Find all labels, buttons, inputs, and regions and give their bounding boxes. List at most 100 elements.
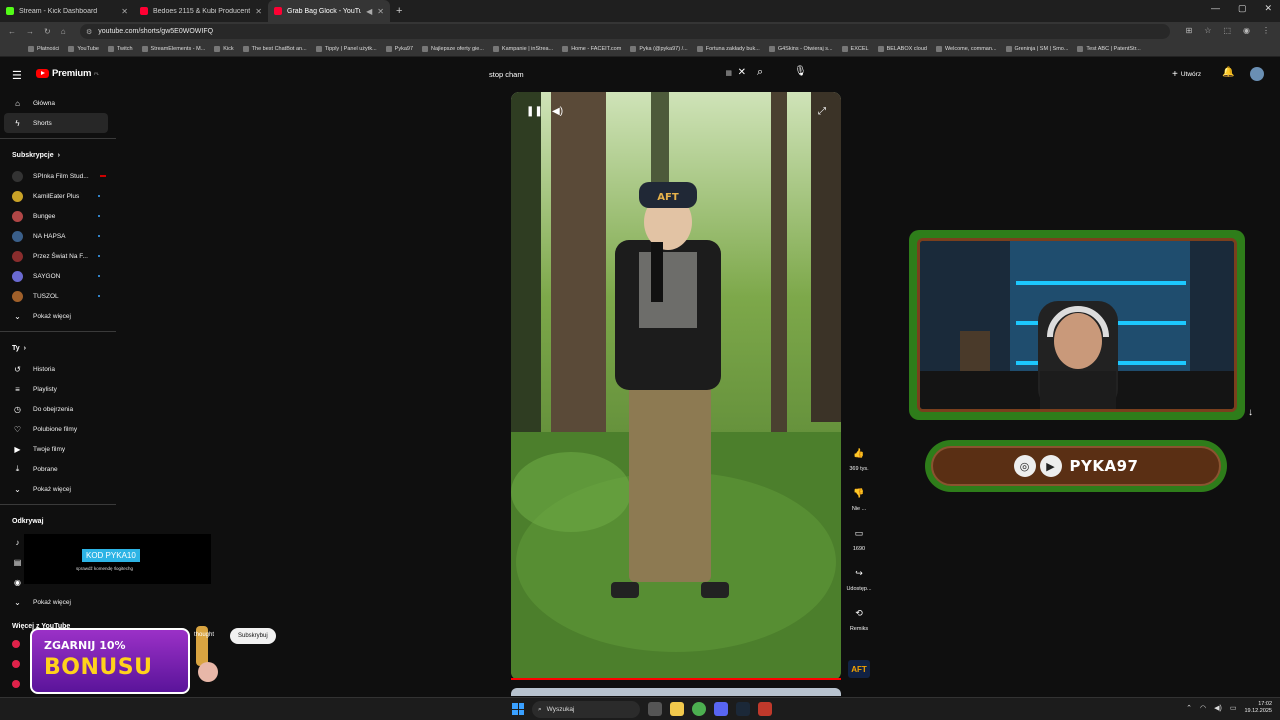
site-info-icon[interactable]: ⚙ — [86, 28, 92, 36]
bookmark-item[interactable]: Płatności — [28, 45, 59, 52]
url-field[interactable]: ⚙ youtube.com/shorts/gw5E0WOWIFQ — [80, 24, 1170, 39]
sidebar-subscription-item[interactable]: NA HAPSA — [0, 226, 116, 246]
shorts-video-player[interactable]: AFT — [511, 92, 841, 680]
bookmark-item[interactable]: Greninja | SM | Smo... — [1005, 45, 1068, 52]
channel-avatar[interactable]: AFT — [848, 660, 870, 678]
steam-icon[interactable] — [736, 702, 750, 716]
notifications-bell-icon[interactable]: 🔔 — [1222, 67, 1234, 78]
sidebar-you-item[interactable]: ≡ Playlisty — [0, 379, 116, 399]
browser-tab[interactable]: Bedoes 2115 & Kubi Producent ✕ — [134, 0, 268, 22]
sidebar-subscription-item[interactable]: Przez Świat Na F... — [0, 246, 116, 266]
sidebar-subscription-item[interactable]: SAYGON — [0, 266, 116, 286]
sidebar-you-item[interactable]: ◷ Do obejrzenia — [0, 399, 116, 419]
close-tab-icon[interactable]: ✕ — [255, 7, 262, 16]
sidebar-you-item[interactable]: ↺ Historia — [0, 359, 116, 379]
bookmark-item[interactable]: Home - FACEIT.com — [562, 45, 621, 52]
volume-icon[interactable]: ◀) — [552, 106, 563, 117]
you-heading[interactable]: Ty › — [0, 337, 116, 359]
search-button[interactable]: ⌕ — [757, 66, 763, 79]
keyboard-icon[interactable]: ▦ — [725, 69, 732, 77]
task-view-icon[interactable] — [648, 702, 662, 716]
close-tab-icon[interactable]: ✕ — [377, 7, 384, 16]
speaker-icon[interactable]: ◀ — [366, 7, 372, 16]
sidebar-you-item[interactable]: ▶ Twoje filmy — [0, 439, 116, 459]
file-explorer-icon[interactable] — [670, 702, 684, 716]
show-more-discover[interactable]: ⌄ Pokaż więcej — [0, 592, 116, 612]
taskbar-search[interactable]: ⌕ Wyszukaj — [532, 701, 640, 718]
profile-icon[interactable]: ◉ — [1243, 26, 1250, 35]
windows-start-icon[interactable] — [512, 703, 524, 715]
youtube-premium-icon[interactable] — [12, 640, 20, 648]
bookmark-star-icon[interactable]: ☆ — [1204, 26, 1211, 35]
browser-tab-active[interactable]: Grab Bag Glock - YouTube ◀ ✕ — [268, 0, 390, 22]
battery-icon[interactable]: ▭ — [1230, 704, 1237, 712]
bookmark-item[interactable]: The best ChatBot an... — [242, 45, 307, 52]
youtube-logo[interactable]: Premium PL — [36, 68, 99, 79]
clock[interactable]: 17:02 19.12.2025 — [1244, 701, 1272, 715]
maximize-icon[interactable]: ▢ — [1238, 3, 1247, 14]
youtube-kids-icon[interactable] — [12, 680, 20, 688]
close-tab-icon[interactable]: ✕ — [121, 7, 128, 16]
clear-search-icon[interactable]: ✕ — [738, 67, 746, 78]
bookmark-item[interactable]: Test ABC | PatentStr... — [1077, 45, 1141, 52]
share-button[interactable]: ↪ Udostęp... — [843, 562, 875, 593]
subscribe-button[interactable]: Subskrybuj — [230, 628, 276, 644]
volume-tray-icon[interactable]: ◀) — [1214, 704, 1222, 712]
bookmark-item[interactable]: BELABOX cloud — [877, 45, 927, 52]
sidebar-subscription-item[interactable]: KamilEater Plus — [0, 186, 116, 206]
reload-icon[interactable]: ↻ — [44, 27, 51, 36]
sidebar-subscription-item[interactable]: Bungee — [0, 206, 116, 226]
bookmark-item[interactable]: Pyka97 — [385, 45, 413, 52]
next-short-preview[interactable] — [511, 688, 841, 696]
extensions-icon[interactable]: ⬚ — [1223, 26, 1231, 35]
bookmark-item[interactable]: Kick — [214, 45, 234, 52]
menu-icon[interactable]: ☰ — [12, 69, 22, 82]
menu-dots-icon[interactable]: ⋮ — [1262, 26, 1270, 35]
create-button[interactable]: + Utwórz — [1166, 67, 1207, 81]
close-window-icon[interactable]: ✕ — [1264, 3, 1272, 14]
video-progress-bar[interactable] — [511, 678, 841, 680]
obs-icon[interactable] — [758, 702, 772, 716]
remix-button[interactable]: ⟲ Remiks — [843, 602, 875, 633]
sidebar-subscription-item[interactable]: TUSZOL — [0, 286, 116, 306]
show-more-you[interactable]: ⌄ Pokaż więcej — [0, 479, 116, 499]
sidebar-item-shorts[interactable]: ϟ Shorts — [4, 113, 108, 133]
arrow-down-icon[interactable]: ↓ — [1248, 407, 1253, 418]
bookmark-item[interactable]: Welcome, comman... — [935, 45, 997, 52]
install-icon[interactable]: ⊞ — [1186, 26, 1193, 35]
sidebar-subscription-item[interactable]: SPInka Film Stud... — [0, 166, 116, 186]
bookmark-item[interactable]: StreamElements - M... — [141, 45, 205, 52]
subscriptions-heading[interactable]: Subskrypcje › — [0, 144, 116, 166]
minimize-icon[interactable]: — — [1211, 3, 1220, 14]
new-tab-icon[interactable]: + — [396, 5, 402, 17]
avatar[interactable] — [1250, 67, 1264, 81]
show-more-subscriptions[interactable]: ⌄ Pokaż więcej — [0, 306, 116, 326]
bookmark-item[interactable]: Pyka (@pyka97) /... — [630, 45, 688, 52]
sidebar-item-home[interactable]: ⌂ Główna — [0, 93, 116, 113]
wifi-icon[interactable]: ◠ — [1200, 704, 1206, 712]
discord-icon[interactable] — [714, 702, 728, 716]
fullscreen-icon[interactable]: ⤢ — [818, 106, 826, 117]
pause-icon[interactable]: ❚❚ — [526, 106, 543, 117]
bookmark-item[interactable]: Fortuna zakłady buk... — [696, 45, 760, 52]
microphone-icon[interactable]: 🎙 — [794, 66, 807, 77]
search-input[interactable]: stop cham ▦ ✕ — [480, 65, 752, 83]
sidebar-you-item[interactable]: ⤓ Pobrane — [0, 459, 116, 479]
home-browser-icon[interactable]: ⌂ — [61, 27, 66, 36]
forward-icon[interactable]: → — [26, 27, 34, 36]
tray-chevron-icon[interactable]: ⌃ — [1186, 704, 1192, 712]
chrome-icon[interactable] — [692, 702, 706, 716]
dislike-button[interactable]: 👎 Nie ... — [843, 482, 875, 513]
bookmark-item[interactable]: YouTube — [68, 45, 99, 52]
bookmark-item[interactable]: Najlepsze oferty gie... — [422, 45, 484, 52]
sidebar-you-item[interactable]: ♡ Polubione filmy — [0, 419, 116, 439]
bookmark-item[interactable]: Twitch — [107, 45, 133, 52]
bookmark-item[interactable]: Kampanie | inStrea... — [492, 45, 553, 52]
browser-tab[interactable]: Stream - Kick Dashboard ✕ — [0, 0, 134, 22]
bookmark-item[interactable]: Tipply | Panel użytk... — [315, 45, 377, 52]
back-icon[interactable]: ← — [8, 27, 16, 36]
bookmark-item[interactable]: EXCEL — [841, 45, 869, 52]
bookmark-item[interactable]: G4Skins - Otwieraj s... — [768, 45, 833, 52]
comments-button[interactable]: ▭ 1690 — [843, 522, 875, 553]
youtube-music-icon[interactable] — [12, 660, 20, 668]
